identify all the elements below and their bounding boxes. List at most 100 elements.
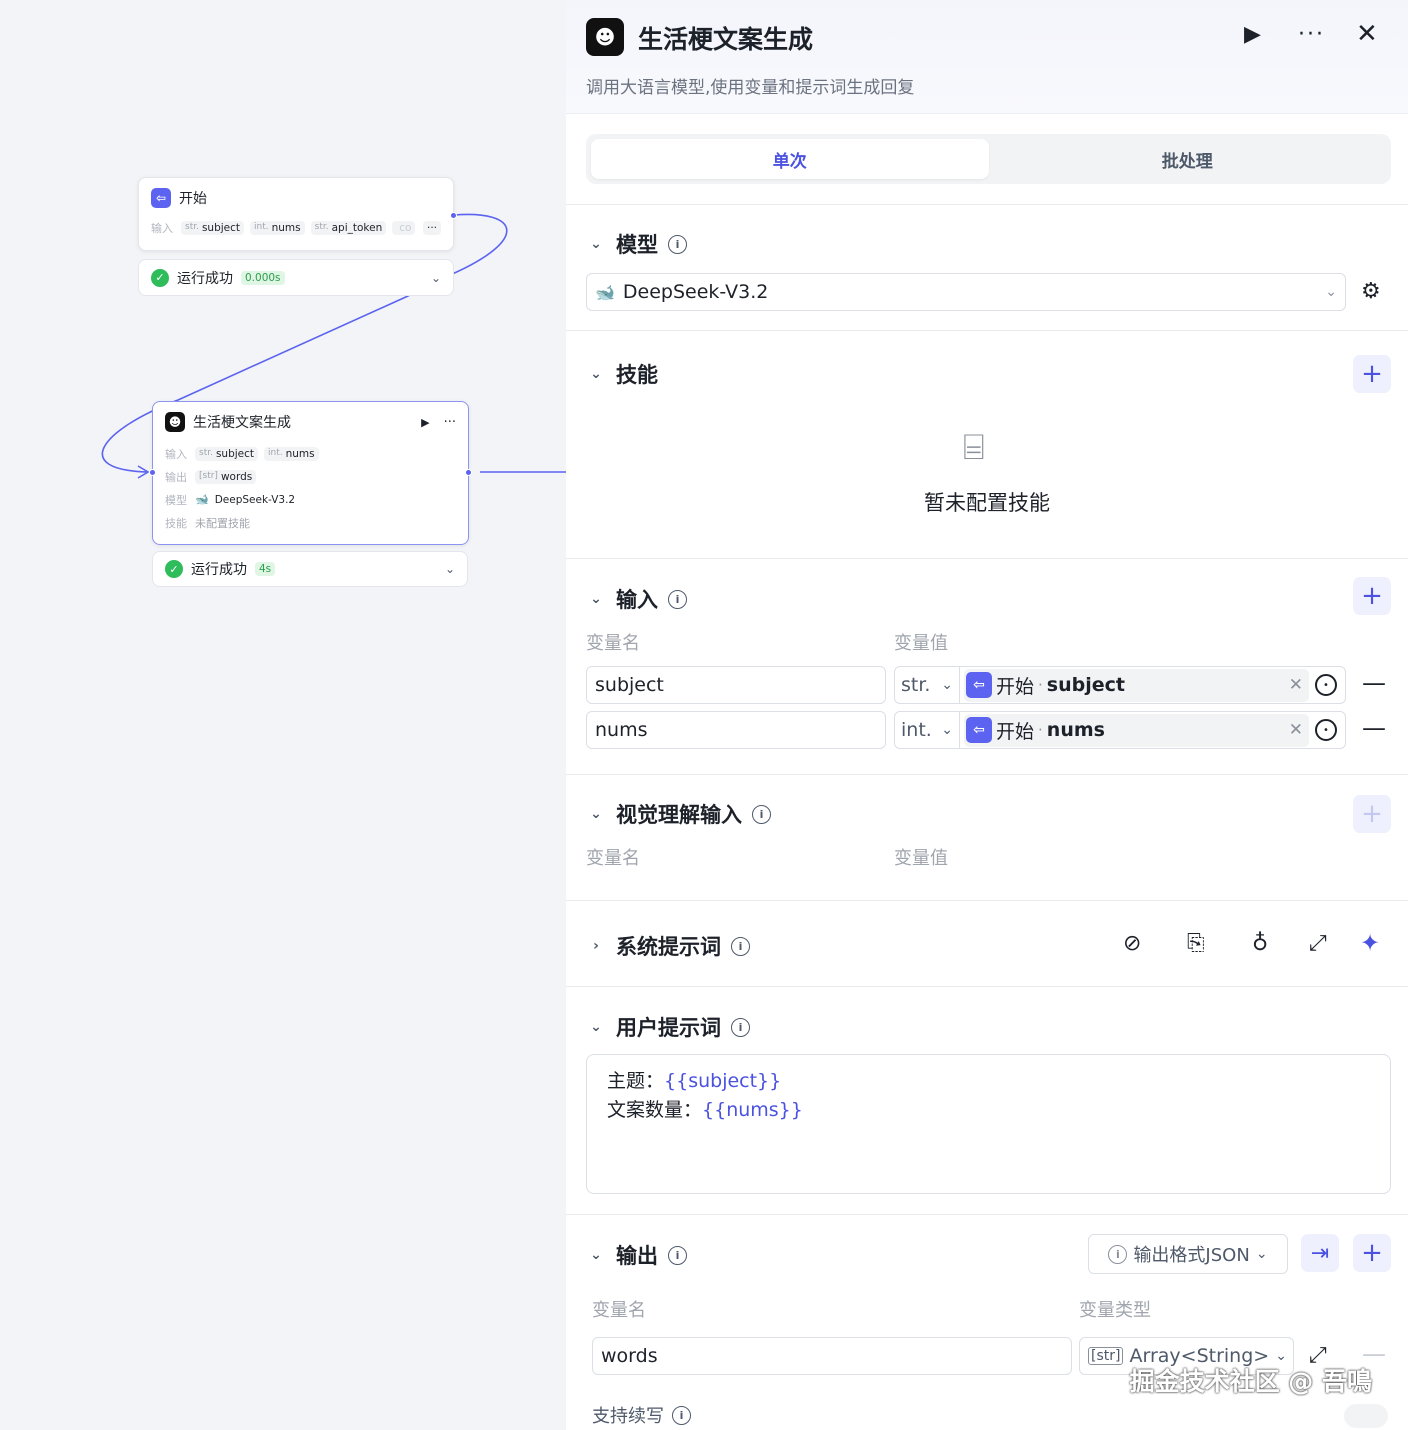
prompt-library-icon[interactable]: ⎘ xyxy=(1187,931,1205,956)
more-icon[interactable]: ··· xyxy=(444,415,456,430)
input-var-name-field[interactable]: nums xyxy=(586,711,886,749)
add-vision-input-button[interactable]: + xyxy=(1353,795,1391,833)
llm-status-time: 4s xyxy=(255,562,276,576)
info-icon[interactable]: i xyxy=(752,804,771,824)
watermark: 掘金技术社区 @ 吾鳴 xyxy=(1129,1367,1372,1396)
start-node[interactable]: ⇦ 开始 输入 str. subject int. nums str. api_tok… xyxy=(138,177,457,251)
output-col-name: 变量名 xyxy=(592,1300,646,1321)
llm-outputs-label: 输出 xyxy=(165,470,187,484)
model-section: ⌄ 模型 i 🐋 DeepSeek-V3.2 ⌄ ⚙ xyxy=(566,204,1408,331)
start-node-title: 开始 xyxy=(179,191,207,207)
output-var-name-field[interactable]: words xyxy=(592,1337,1072,1375)
add-skill-button[interactable]: + xyxy=(1353,355,1391,393)
output-format-label: 输出格式JSON xyxy=(1133,1245,1250,1266)
ref-separator: · xyxy=(1038,676,1043,694)
chevron-down-icon[interactable]: ⌄ xyxy=(445,562,455,576)
llm-output-chip: [str] words xyxy=(195,469,257,484)
skills-empty-text: 暂未配置技能 xyxy=(924,491,1050,515)
llm-node[interactable]: ☻ 生活梗文案生成 ▶ ··· 输入 str. subject int. nums … xyxy=(149,401,472,545)
llm-node-logo-icon: ☻ xyxy=(586,18,624,56)
start-status-bar[interactable]: ✓ 运行成功 0.000s ⌄ xyxy=(138,259,454,296)
clear-icon[interactable]: ✕ xyxy=(1289,720,1303,740)
input-section: ⌄ 输入 i + 变量名 变量值 subject str. ⌄ ⇦ 开始 · s… xyxy=(566,558,1408,775)
run-mode-tabs: 单次 批处理 xyxy=(586,134,1391,184)
target-icon[interactable]: • xyxy=(1315,719,1337,741)
node-config-panel: ☻ 生活梗文案生成 ▶ ··· ✕ 调用大语言模型,使用变量和提示词生成回复 单… xyxy=(566,0,1408,1430)
model-select-value: DeepSeek-V3.2 xyxy=(622,281,769,303)
start-more-chip[interactable]: ··· xyxy=(422,220,441,235)
llm-inputs-label: 输入 xyxy=(165,447,187,461)
chevron-right-icon[interactable]: › xyxy=(586,938,606,954)
info-icon[interactable]: i xyxy=(668,234,687,254)
more-icon[interactable]: ··· xyxy=(1298,22,1325,47)
model-select[interactable]: 🐋 DeepSeek-V3.2 ⌄ xyxy=(586,273,1346,311)
input-type-value: str. xyxy=(901,674,931,696)
start-input-chip: co xyxy=(392,220,416,235)
llm-input-chip: str. subject xyxy=(195,446,259,461)
llm-node-icon: ☻ xyxy=(165,412,185,432)
user-prompt-editor[interactable]: 主题：{{subject}} 文案数量：{{nums}} xyxy=(586,1054,1391,1194)
start-output-port[interactable] xyxy=(450,212,457,219)
llm-output-port[interactable] xyxy=(465,469,472,476)
add-output-button[interactable]: + xyxy=(1353,1234,1391,1272)
var-ref-chip: ⇦ 开始 · nums ✕ xyxy=(964,713,1309,747)
gear-icon[interactable]: ⚙ xyxy=(1361,279,1381,304)
lightbulb-icon[interactable]: ♁ xyxy=(1252,931,1268,956)
continue-writing-row: 支持续写 i xyxy=(592,1402,691,1428)
input-var-name-field[interactable]: subject xyxy=(586,666,886,704)
system-prompt-title: 系统提示词 xyxy=(616,935,721,959)
prompt-text: 主题： xyxy=(607,1070,665,1092)
panel-title[interactable]: 生活梗文案生成 xyxy=(638,20,813,56)
start-inputs-label: 输入 xyxy=(151,221,173,235)
start-status-time: 0.000s xyxy=(241,270,285,285)
prompt-var-ref: {{nums}} xyxy=(702,1099,803,1121)
clear-icon[interactable]: ✕ xyxy=(1289,675,1303,695)
start-input-chip: str. subject xyxy=(181,220,245,235)
run-icon[interactable]: ▶ xyxy=(421,416,429,429)
add-input-button[interactable]: + xyxy=(1353,577,1391,615)
info-icon[interactable]: i xyxy=(668,1245,687,1265)
input-type-select[interactable]: int. ⌄ xyxy=(894,711,960,749)
llm-status-bar[interactable]: ✓ 运行成功 4s ⌄ xyxy=(152,551,468,587)
ai-sparkle-icon[interactable]: ✦ xyxy=(1360,929,1380,957)
input-type-select[interactable]: str. ⌄ xyxy=(894,666,960,704)
tab-batch[interactable]: 批处理 xyxy=(989,139,1387,179)
continue-writing-toggle[interactable] xyxy=(1344,1404,1388,1428)
deepseek-whale-icon: 🐋 xyxy=(195,493,209,506)
remove-row-icon[interactable]: — xyxy=(1362,714,1386,742)
chevron-down-icon[interactable]: ⌄ xyxy=(586,1247,606,1263)
panel-description[interactable]: 调用大语言模型,使用变量和提示词生成回复 xyxy=(586,73,914,98)
chevron-down-icon[interactable]: ⌄ xyxy=(586,1019,606,1035)
chevron-down-icon: ⌄ xyxy=(1325,284,1337,300)
target-icon[interactable]: • xyxy=(1315,674,1337,696)
success-check-icon: ✓ xyxy=(151,268,169,287)
prompt-line: 文案数量：{{nums}} xyxy=(607,1096,1370,1125)
run-icon[interactable]: ▶ xyxy=(1244,22,1261,47)
chevron-down-icon[interactable]: ⌄ xyxy=(586,806,606,822)
expand-icon[interactable]: ⤢ xyxy=(1309,931,1327,956)
chevron-down-icon[interactable]: ⌄ xyxy=(586,366,606,382)
info-icon[interactable]: i xyxy=(731,1017,750,1037)
compass-icon[interactable]: ⊘ xyxy=(1123,931,1141,956)
chevron-down-icon[interactable]: ⌄ xyxy=(431,271,441,285)
prompt-line: 主题：{{subject}} xyxy=(607,1067,1370,1096)
chevron-down-icon[interactable]: ⌄ xyxy=(586,236,606,252)
info-icon: i xyxy=(1108,1244,1128,1264)
vision-section-title: 视觉理解输入 xyxy=(616,803,742,827)
tab-single[interactable]: 单次 xyxy=(591,139,989,179)
info-icon[interactable]: i xyxy=(731,936,750,956)
start-input-chip: str. api_token xyxy=(310,220,387,235)
deepseek-whale-icon: 🐋 xyxy=(595,282,615,302)
input-var-ref[interactable]: ⇦ 开始 · subject ✕ • xyxy=(960,666,1346,704)
info-icon[interactable]: i xyxy=(672,1405,691,1425)
info-icon[interactable]: i xyxy=(668,589,687,609)
import-output-button[interactable]: ⇥ xyxy=(1301,1234,1339,1272)
output-format-button[interactable]: i 输出格式JSON ⌄ xyxy=(1088,1234,1288,1274)
llm-input-port[interactable] xyxy=(149,469,156,476)
input-var-ref[interactable]: ⇦ 开始 · nums ✕ • xyxy=(960,711,1346,749)
close-icon[interactable]: ✕ xyxy=(1356,19,1378,49)
remove-row-icon[interactable]: — xyxy=(1362,669,1386,697)
workflow-canvas[interactable]: ⇦ 开始 输入 str. subject int. nums str. api_tok… xyxy=(0,0,566,1430)
start-node-icon: ⇦ xyxy=(966,717,992,743)
chevron-down-icon[interactable]: ⌄ xyxy=(586,591,606,607)
